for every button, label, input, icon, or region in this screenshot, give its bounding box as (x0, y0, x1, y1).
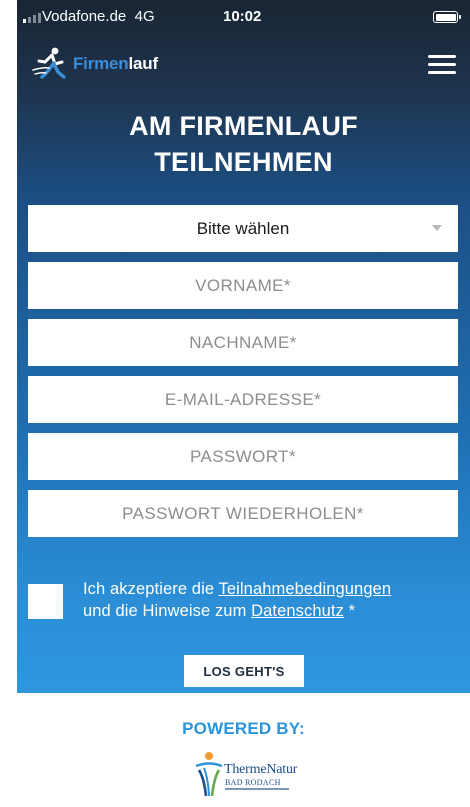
nav-bar: Firmenlauf (17, 34, 470, 96)
submit-button[interactable]: LOS GEHT'S (184, 655, 304, 687)
terms-link[interactable]: Teilnahmebedingungen (219, 580, 392, 598)
runner-logo-icon (32, 47, 66, 79)
carrier-label: Vodafone.de 4G (42, 8, 155, 25)
email-input[interactable] (28, 376, 458, 423)
powered-by-label: POWERED BY: (182, 719, 305, 738)
logo-wordmark: Firmenlauf (73, 54, 158, 73)
app-frame: Vodafone.de 4G 10:02 Firmenlauf AM FIRME… (17, 0, 470, 807)
participation-select[interactable]: Bitte wählen (28, 205, 458, 252)
sponsor-location: BAD RODACH (225, 778, 281, 787)
sponsor-name: ThermeNatur (224, 762, 298, 777)
chevron-down-icon (432, 225, 442, 231)
password-input[interactable] (28, 433, 458, 480)
status-bar: Vodafone.de 4G 10:02 (17, 0, 470, 34)
hero-section: Vodafone.de 4G 10:02 Firmenlauf AM FIRME… (17, 0, 470, 693)
select-value: Bitte wählen (196, 218, 290, 238)
last-name-input[interactable] (28, 319, 458, 366)
sponsor-tagline-line (225, 788, 289, 790)
page-title: AM FIRMENLAUF TEILNEHMEN (129, 111, 358, 177)
hamburger-menu-icon[interactable] (428, 55, 456, 77)
signal-strength-icon (23, 11, 41, 23)
consent-checkbox[interactable] (28, 584, 63, 619)
sponsor-logo[interactable]: ThermeNatur BAD RODACH (193, 750, 313, 800)
consent-text: Ich akzeptiere die Teilnahmebedingungen … (83, 580, 392, 620)
footer: POWERED BY: ThermeNatur BAD RODACH (17, 693, 470, 807)
therme-natur-logo-icon (195, 752, 223, 797)
firmenlauf-logo[interactable]: Firmenlauf (31, 44, 158, 84)
password-repeat-input[interactable] (28, 490, 458, 537)
first-name-input[interactable] (28, 262, 458, 309)
status-time: 10:02 (223, 8, 262, 25)
battery-icon (433, 11, 461, 23)
privacy-link[interactable]: Datenschutz (251, 602, 344, 620)
consent-row: Ich akzeptiere die Teilnahmebedingungen … (28, 578, 458, 626)
